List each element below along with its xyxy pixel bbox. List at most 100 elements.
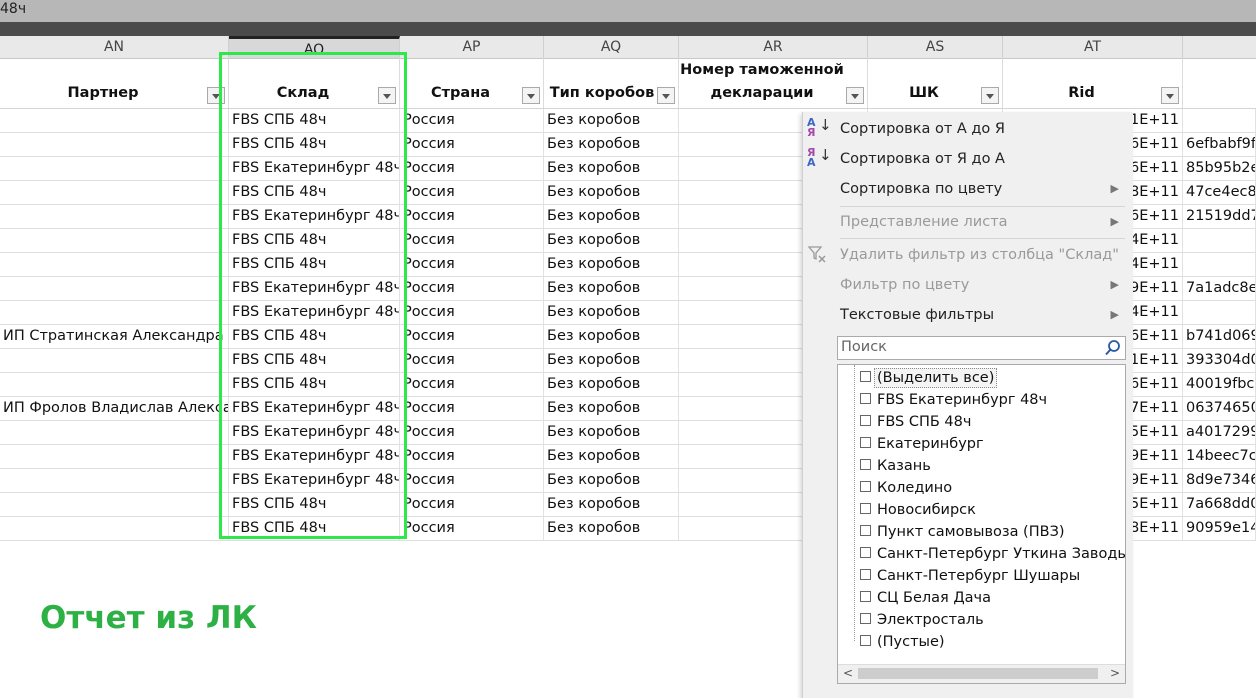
filter-value-item[interactable]: Новосибирск xyxy=(838,499,1125,521)
cell-partner[interactable] xyxy=(0,469,229,492)
cell-country[interactable]: Россия xyxy=(400,325,544,348)
checkbox-icon[interactable] xyxy=(860,437,871,448)
cell-box[interactable]: Без коробов xyxy=(544,109,679,132)
menu-clear-filter[interactable]: Удалить фильтр из столбца "Склад" xyxy=(803,240,1133,270)
filter-value-item[interactable]: СЦ Белая Дача xyxy=(838,587,1125,609)
cell-country[interactable]: Россия xyxy=(400,205,544,228)
column-header-at[interactable]: AT xyxy=(1003,36,1183,58)
cell-box[interactable]: Без коробов xyxy=(544,253,679,276)
cell-partner[interactable] xyxy=(0,205,229,228)
cell-country[interactable]: Россия xyxy=(400,277,544,300)
cell-extra[interactable]: 6efbabf9f xyxy=(1183,133,1256,156)
cell-country[interactable]: Россия xyxy=(400,109,544,132)
cell-box[interactable]: Без коробов xyxy=(544,349,679,372)
checkbox-icon[interactable] xyxy=(860,371,871,382)
cell-partner[interactable] xyxy=(0,349,229,372)
column-header-as[interactable]: AS xyxy=(868,36,1003,58)
scroll-right-icon[interactable]: > xyxy=(1110,666,1120,680)
cell-extra[interactable]: 7a1adc8e xyxy=(1183,277,1256,300)
filter-value-item[interactable]: (Пустые) xyxy=(838,631,1125,653)
cell-country[interactable]: Россия xyxy=(400,349,544,372)
cell-country[interactable]: Россия xyxy=(400,493,544,516)
cell-partner[interactable] xyxy=(0,421,229,444)
cell-extra[interactable]: 06374650 xyxy=(1183,397,1256,420)
checkbox-icon[interactable] xyxy=(860,591,871,602)
cell-box[interactable]: Без коробов xyxy=(544,421,679,444)
cell-country[interactable]: Россия xyxy=(400,445,544,468)
cell-box[interactable]: Без коробов xyxy=(544,373,679,396)
cell-extra[interactable]: 85b95b2e xyxy=(1183,157,1256,180)
cell-box[interactable]: Без коробов xyxy=(544,301,679,324)
cell-country[interactable]: Россия xyxy=(400,253,544,276)
cell-extra[interactable]: 14beec7c xyxy=(1183,445,1256,468)
cell-box[interactable]: Без коробов xyxy=(544,205,679,228)
cell-box[interactable]: Без коробов xyxy=(544,325,679,348)
cell-partner[interactable]: ИП Фролов Владислав Алекса xyxy=(0,397,229,420)
cell-country[interactable]: Россия xyxy=(400,373,544,396)
cell-extra[interactable]: 47ce4ec8 xyxy=(1183,181,1256,204)
cell-extra[interactable]: 90959e14 xyxy=(1183,517,1256,540)
filter-dropdown-button[interactable] xyxy=(1161,87,1179,104)
menu-sort-by-color[interactable]: Сортировка по цвету ▶ xyxy=(803,174,1133,204)
cell-partner[interactable] xyxy=(0,445,229,468)
filter-value-item[interactable]: Екатеринбург xyxy=(838,433,1125,455)
cell-box[interactable]: Без коробов xyxy=(544,493,679,516)
checkbox-icon[interactable] xyxy=(860,635,871,646)
filter-value-item[interactable]: FBS Екатеринбург 48ч xyxy=(838,389,1125,411)
scroll-left-icon[interactable]: < xyxy=(843,666,853,680)
column-header-next[interactable] xyxy=(1183,36,1256,58)
cell-box[interactable]: Без коробов xyxy=(544,397,679,420)
filter-dropdown-button[interactable] xyxy=(846,87,864,104)
column-header-aq[interactable]: AQ xyxy=(544,36,679,58)
cell-extra[interactable] xyxy=(1183,229,1256,252)
cell-partner[interactable] xyxy=(0,493,229,516)
filter-value-item[interactable]: Электросталь xyxy=(838,609,1125,631)
checkbox-icon[interactable] xyxy=(860,503,871,514)
checkbox-icon[interactable] xyxy=(860,547,871,558)
cell-extra[interactable]: 8d9e7346 xyxy=(1183,469,1256,492)
scrollbar-thumb[interactable] xyxy=(858,668,1098,679)
horizontal-scrollbar[interactable]: < > xyxy=(838,664,1125,683)
cell-extra[interactable] xyxy=(1183,301,1256,324)
menu-filter-by-color[interactable]: Фильтр по цвету ▶ xyxy=(803,270,1133,300)
cell-country[interactable]: Россия xyxy=(400,517,544,540)
cell-extra[interactable]: 21519dd7 xyxy=(1183,205,1256,228)
menu-text-filters[interactable]: Текстовые фильтры ▶ xyxy=(803,300,1133,330)
cell-extra[interactable]: b741d069 xyxy=(1183,325,1256,348)
filter-value-item[interactable]: Коледино xyxy=(838,477,1125,499)
cell-partner[interactable] xyxy=(0,517,229,540)
cell-country[interactable]: Россия xyxy=(400,421,544,444)
cell-extra[interactable]: 393304d0 xyxy=(1183,349,1256,372)
column-header-ar[interactable]: AR xyxy=(679,36,868,58)
menu-sort-asc[interactable]: АЯ ↓ Сортировка от А до Я xyxy=(803,114,1133,144)
cell-box[interactable]: Без коробов xyxy=(544,277,679,300)
cell-box[interactable]: Без коробов xyxy=(544,133,679,156)
cell-partner[interactable] xyxy=(0,373,229,396)
checkbox-icon[interactable] xyxy=(860,393,871,404)
cell-box[interactable]: Без коробов xyxy=(544,517,679,540)
checkbox-icon[interactable] xyxy=(860,459,871,470)
cell-box[interactable]: Без коробов xyxy=(544,469,679,492)
cell-country[interactable]: Россия xyxy=(400,133,544,156)
cell-country[interactable]: Россия xyxy=(400,301,544,324)
filter-dropdown-button[interactable] xyxy=(657,87,675,104)
cell-extra[interactable]: 7a668dd0 xyxy=(1183,493,1256,516)
cell-extra[interactable] xyxy=(1183,253,1256,276)
filter-value-item[interactable]: Пункт самовывоза (ПВЗ) xyxy=(838,521,1125,543)
cell-partner[interactable] xyxy=(0,277,229,300)
menu-sheet-view[interactable]: Представление листа ▶ xyxy=(803,207,1133,237)
checkbox-icon[interactable] xyxy=(860,613,871,624)
checkbox-icon[interactable] xyxy=(860,481,871,492)
cell-box[interactable]: Без коробов xyxy=(544,229,679,252)
filter-value-item[interactable]: (Выделить все) xyxy=(838,367,1125,389)
cell-partner[interactable] xyxy=(0,253,229,276)
cell-partner[interactable] xyxy=(0,133,229,156)
cell-box[interactable]: Без коробов xyxy=(544,445,679,468)
cell-country[interactable]: Россия xyxy=(400,469,544,492)
column-header-ap[interactable]: AP xyxy=(400,36,544,58)
cell-box[interactable]: Без коробов xyxy=(544,157,679,180)
cell-partner[interactable] xyxy=(0,301,229,324)
cell-partner[interactable] xyxy=(0,181,229,204)
filter-dropdown-button[interactable] xyxy=(981,87,999,104)
cell-country[interactable]: Россия xyxy=(400,397,544,420)
